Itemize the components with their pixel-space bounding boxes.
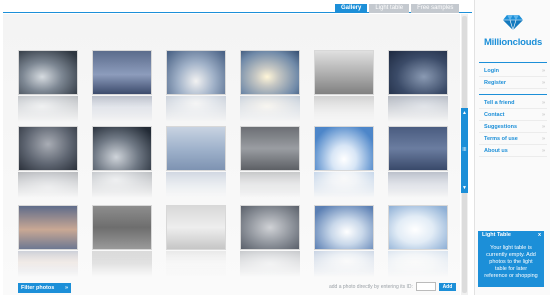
photo-thumbnail[interactable] [92,126,152,171]
photo-image [167,127,225,170]
photo-image [315,127,373,170]
add-photo-button[interactable]: Add [438,282,456,291]
photo-image [167,206,225,249]
menu-item-tell-a-friend[interactable]: Tell a friend» [479,97,547,109]
photo-image [389,206,447,249]
view-tabs: Gallery Light table Free samples [335,4,461,13]
photo-thumbnail[interactable] [240,205,300,250]
photo-image [315,51,373,94]
photo-thumbnail[interactable] [388,126,448,171]
photo-image [93,206,151,249]
menu-item-register[interactable]: Register» [479,77,547,89]
account-menu: Login» Register» [479,65,547,89]
photo-reflection [92,251,152,277]
photo-image [241,206,299,249]
photo-image [167,51,225,94]
photo-reflection [18,172,78,198]
photo-thumbnail[interactable] [314,205,374,250]
photo-thumbnail[interactable] [18,126,78,171]
chevron-right-icon: » [541,148,545,154]
photo-reflection [240,251,300,277]
chevron-right-icon: » [541,112,545,118]
menu-item-about-us[interactable]: About us» [479,145,547,157]
photo-reflection [388,251,448,277]
photo-thumbnail[interactable] [240,126,300,171]
chevron-right-icon: » [541,124,545,130]
photo-reflection [166,251,226,277]
photo-image [93,51,151,94]
close-icon[interactable]: x [538,231,544,240]
light-table-message: Your light table is currently empty. Add… [478,240,544,287]
photo-thumbnail[interactable] [166,50,226,95]
photo-reflection [314,96,374,122]
filter-photos-button[interactable]: Filter photos » [18,283,71,293]
photo-thumbnail[interactable] [18,205,78,250]
light-table-title: Light Table [482,232,511,238]
diamond-logo-icon [503,15,523,32]
chevron-right-icon: » [541,68,545,74]
chevron-right-icon: » [541,136,545,142]
tab-free-samples[interactable]: Free samples [411,4,460,13]
photo-id-input[interactable] [415,282,436,291]
photo-image [389,127,447,170]
chevron-right-icon: » [541,80,545,86]
menu-item-login[interactable]: Login» [479,65,547,77]
menu-item-suggestions[interactable]: Suggestions» [479,121,547,133]
photo-image [241,51,299,94]
photo-thumbnail[interactable] [18,50,78,95]
photo-reflection [240,96,300,122]
photo-reflection [388,96,448,122]
tab-light-table[interactable]: Light table [369,4,410,13]
scroll-handle[interactable]: III [461,118,468,183]
chevron-right-icon: » [64,285,68,291]
photo-image [19,51,77,94]
menu-item-contact[interactable]: Contact» [479,109,547,121]
photo-thumbnail[interactable] [388,50,448,95]
photo-reflection [92,96,152,122]
photo-thumbnail[interactable] [388,205,448,250]
photo-reflection [240,172,300,198]
photo-reflection [314,251,374,277]
sidebar-divider [479,94,547,95]
photo-thumbnail[interactable] [92,50,152,95]
photo-thumbnail[interactable] [314,50,374,95]
info-menu: Tell a friend» Contact» Suggestions» Ter… [479,97,547,157]
photo-thumbnail[interactable] [314,126,374,171]
brand-logo[interactable]: Millionclouds [475,14,550,48]
menu-item-terms-of-use[interactable]: Terms of use» [479,133,547,145]
photo-thumbnail[interactable] [166,205,226,250]
photo-image [241,127,299,170]
photo-reflection [92,172,152,198]
photo-reflection [388,172,448,198]
photo-thumbnail[interactable] [240,50,300,95]
photo-image [19,206,77,249]
light-table-header: Light Table x [478,231,544,240]
photo-reflection [18,251,78,277]
brand-name: Millionclouds [483,37,543,48]
photo-reflection [18,96,78,122]
sidebar-divider [479,62,547,63]
scroll-down-button[interactable]: ▼ [461,183,468,193]
photo-thumbnail[interactable] [166,126,226,171]
photo-gallery [3,14,460,295]
chevron-right-icon: » [541,100,545,106]
photo-image [389,51,447,94]
photo-thumbnail[interactable] [92,205,152,250]
scroll-up-button[interactable]: ▲ [461,108,468,118]
photo-reflection [166,96,226,122]
photo-reflection [314,172,374,198]
photo-image [19,127,77,170]
photo-image [315,206,373,249]
tab-gallery[interactable]: Gallery [335,4,368,13]
photo-reflection [166,172,226,198]
photo-image [93,127,151,170]
add-photo-bar: add a photo directly by entering its ID:… [329,282,456,291]
add-photo-label: add a photo directly by entering its ID: [329,283,413,290]
